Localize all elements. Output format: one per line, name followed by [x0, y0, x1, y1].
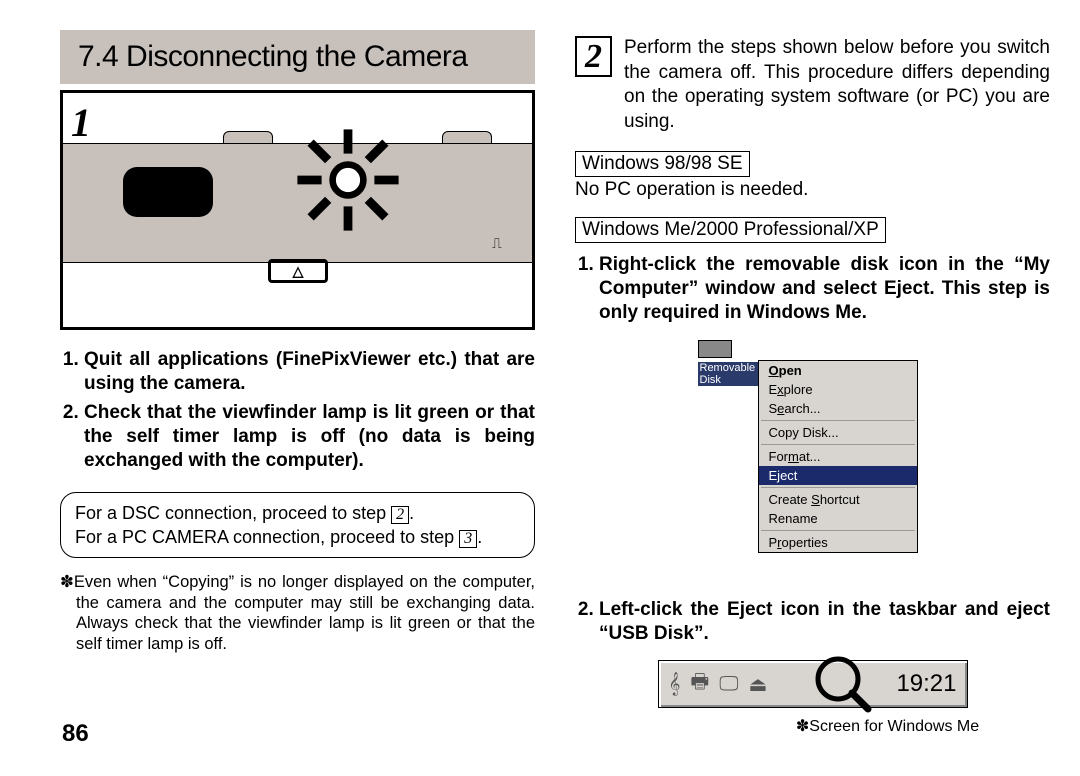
right-step-1: Right-click the removable disk icon in t…: [599, 253, 1050, 326]
os-note-win98: No PC operation is needed.: [575, 179, 1050, 201]
screenshot-caption: ✽Screen for Windows Me: [725, 716, 1050, 736]
connection-note-box: For a DSC connection, proceed to step 2.…: [60, 492, 535, 559]
step-2-intro: Perform the steps shown below before you…: [624, 36, 1050, 135]
os-label-winme: Windows Me/2000 Professional/XP: [575, 217, 886, 243]
camera-arrow-button: △: [268, 259, 328, 283]
menu-eject[interactable]: Eject: [759, 466, 917, 485]
left-step-2: Check that the viewfinder lamp is lit gr…: [84, 401, 535, 474]
camera-lcd: [123, 167, 213, 217]
footnote: ✽Even when “Copying” is no longer displa…: [60, 572, 535, 655]
menu-properties[interactable]: Properties: [759, 533, 917, 552]
context-menu: Open Explore Search... Copy Disk... Form…: [758, 360, 918, 553]
taskbar-screenshot: 𝄞 🖶 🖵 ⏏ 19:21: [658, 660, 968, 708]
note-line2a: For a PC CAMERA connection, proceed to s…: [75, 527, 459, 547]
menu-create-shortcut[interactable]: Create Shortcut: [759, 490, 917, 509]
menu-format[interactable]: Format...: [759, 447, 917, 466]
context-menu-screenshot: Removable Disk Open Explore Search... Co…: [698, 340, 928, 580]
tray-icon-2: 🖶: [690, 667, 709, 701]
removable-disk-icon: Removable Disk: [698, 340, 758, 386]
menu-search[interactable]: Search...: [759, 399, 917, 418]
lamp-burst-icon: [293, 125, 403, 235]
disk-icon: [698, 340, 732, 358]
tray-icon-1: 𝄞: [669, 673, 681, 696]
menu-rename[interactable]: Rename: [759, 509, 917, 528]
page-number: 86: [62, 720, 89, 748]
right-steps-list: Right-click the removable disk icon in t…: [575, 253, 1050, 326]
taskbar-clock: 19:21: [896, 670, 956, 698]
disk-label-2: Disk: [698, 374, 758, 386]
boxed-step-2: 2: [391, 506, 409, 524]
menu-open[interactable]: Open: [759, 361, 917, 380]
menu-copy-disk[interactable]: Copy Disk...: [759, 423, 917, 442]
tray-eject-icon: ⏏: [749, 672, 768, 697]
left-step-1: Quit all applications (FinePixViewer etc…: [84, 348, 535, 397]
boxed-step-3: 3: [459, 530, 477, 548]
section-header: 7.4 Disconnecting the Camera: [60, 30, 535, 84]
note-line2b: .: [477, 527, 482, 547]
usb-port-icon: ⎍: [492, 235, 522, 257]
magnifier-icon: [812, 653, 872, 713]
right-steps-list-2: Left-click the Eject icon in the taskbar…: [575, 598, 1050, 647]
note-line1a: For a DSC connection, proceed to step: [75, 503, 391, 523]
menu-explore[interactable]: Explore: [759, 380, 917, 399]
note-line1b: .: [409, 503, 414, 523]
tray-icon-3: 🖵: [719, 673, 738, 696]
right-step-2: Left-click the Eject icon in the taskbar…: [599, 598, 1050, 647]
disk-label-1: Removable: [698, 362, 758, 374]
step-2-badge: 2: [575, 36, 612, 77]
step-1-badge: 1: [71, 99, 91, 146]
camera-illustration: 1: [60, 90, 535, 330]
left-steps-list: Quit all applications (FinePixViewer etc…: [60, 348, 535, 474]
os-label-win98: Windows 98/98 SE: [575, 151, 750, 177]
